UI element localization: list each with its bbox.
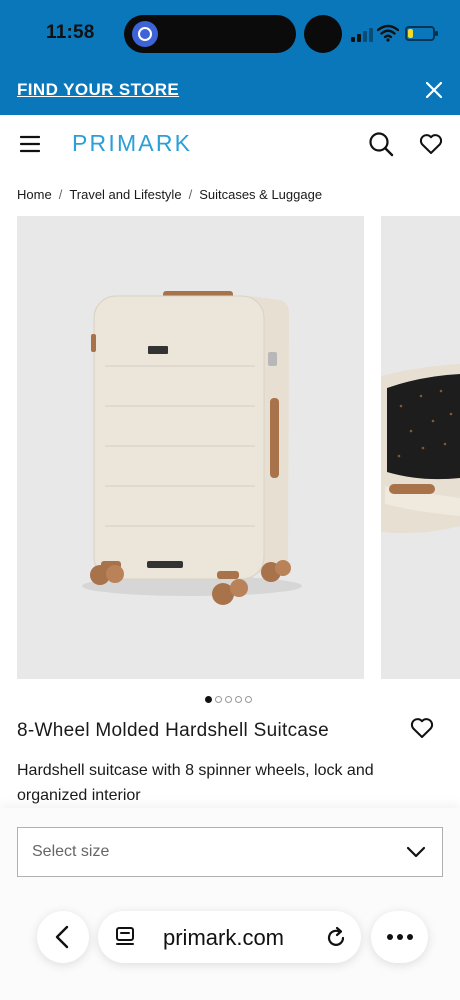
find-your-store-link[interactable]: FIND YOUR STORE [17, 80, 179, 100]
breadcrumb-travel-and-lifestyle[interactable]: Travel and Lifestyle [69, 187, 181, 202]
browser-more-button[interactable] [371, 911, 428, 963]
size-select[interactable]: Select size [17, 827, 443, 877]
suitcase-image [82, 291, 302, 605]
size-select-placeholder: Select size [32, 843, 110, 860]
carousel-dots[interactable] [205, 696, 252, 704]
product-description: Hardshell suitcase with 8 spinner wheels… [17, 762, 374, 804]
carousel-dot[interactable] [225, 696, 232, 703]
camera-cutout [304, 15, 342, 53]
open-suitcase-image [381, 364, 460, 534]
back-icon [55, 925, 69, 949]
breadcrumb: Home / Travel and Lifestyle / Suitcases & Lu… [17, 187, 322, 202]
product-title: 8-Wheel Molded Hardshell Suitcase [17, 720, 329, 741]
chevron-down-icon [406, 846, 426, 858]
cellular-signal-icon [351, 28, 373, 42]
browser-address-bar[interactable]: primark.com [98, 911, 361, 963]
heart-icon[interactable] [419, 132, 443, 156]
carousel-dot[interactable] [205, 696, 212, 703]
more-icon [387, 934, 413, 940]
battery-icon [405, 26, 438, 41]
tabs-icon[interactable] [114, 926, 136, 948]
breadcrumb-home[interactable]: Home [17, 187, 52, 202]
wifi-icon [377, 24, 399, 42]
product-image-next[interactable] [381, 216, 460, 679]
breadcrumb-suitcases-luggage[interactable]: Suitcases & Luggage [199, 187, 322, 202]
dynamic-island-app-icon [132, 21, 158, 47]
close-icon[interactable] [424, 80, 444, 100]
reload-icon[interactable] [324, 925, 348, 949]
carousel-dot[interactable] [245, 696, 252, 703]
carousel-dot[interactable] [215, 696, 222, 703]
heart-icon[interactable] [410, 716, 434, 740]
search-icon[interactable] [368, 131, 394, 157]
primark-logo[interactable]: PRIMARK [72, 130, 192, 157]
breadcrumb-separator: / [188, 187, 193, 202]
status-time: 11:58 [46, 22, 95, 43]
browser-back-button[interactable] [37, 911, 89, 963]
carousel-dot[interactable] [235, 696, 242, 703]
menu-icon[interactable] [20, 134, 40, 154]
breadcrumb-separator: / [58, 187, 63, 202]
battery-level [408, 29, 413, 38]
product-image-main[interactable] [17, 216, 364, 679]
browser-url[interactable]: primark.com [163, 925, 284, 951]
